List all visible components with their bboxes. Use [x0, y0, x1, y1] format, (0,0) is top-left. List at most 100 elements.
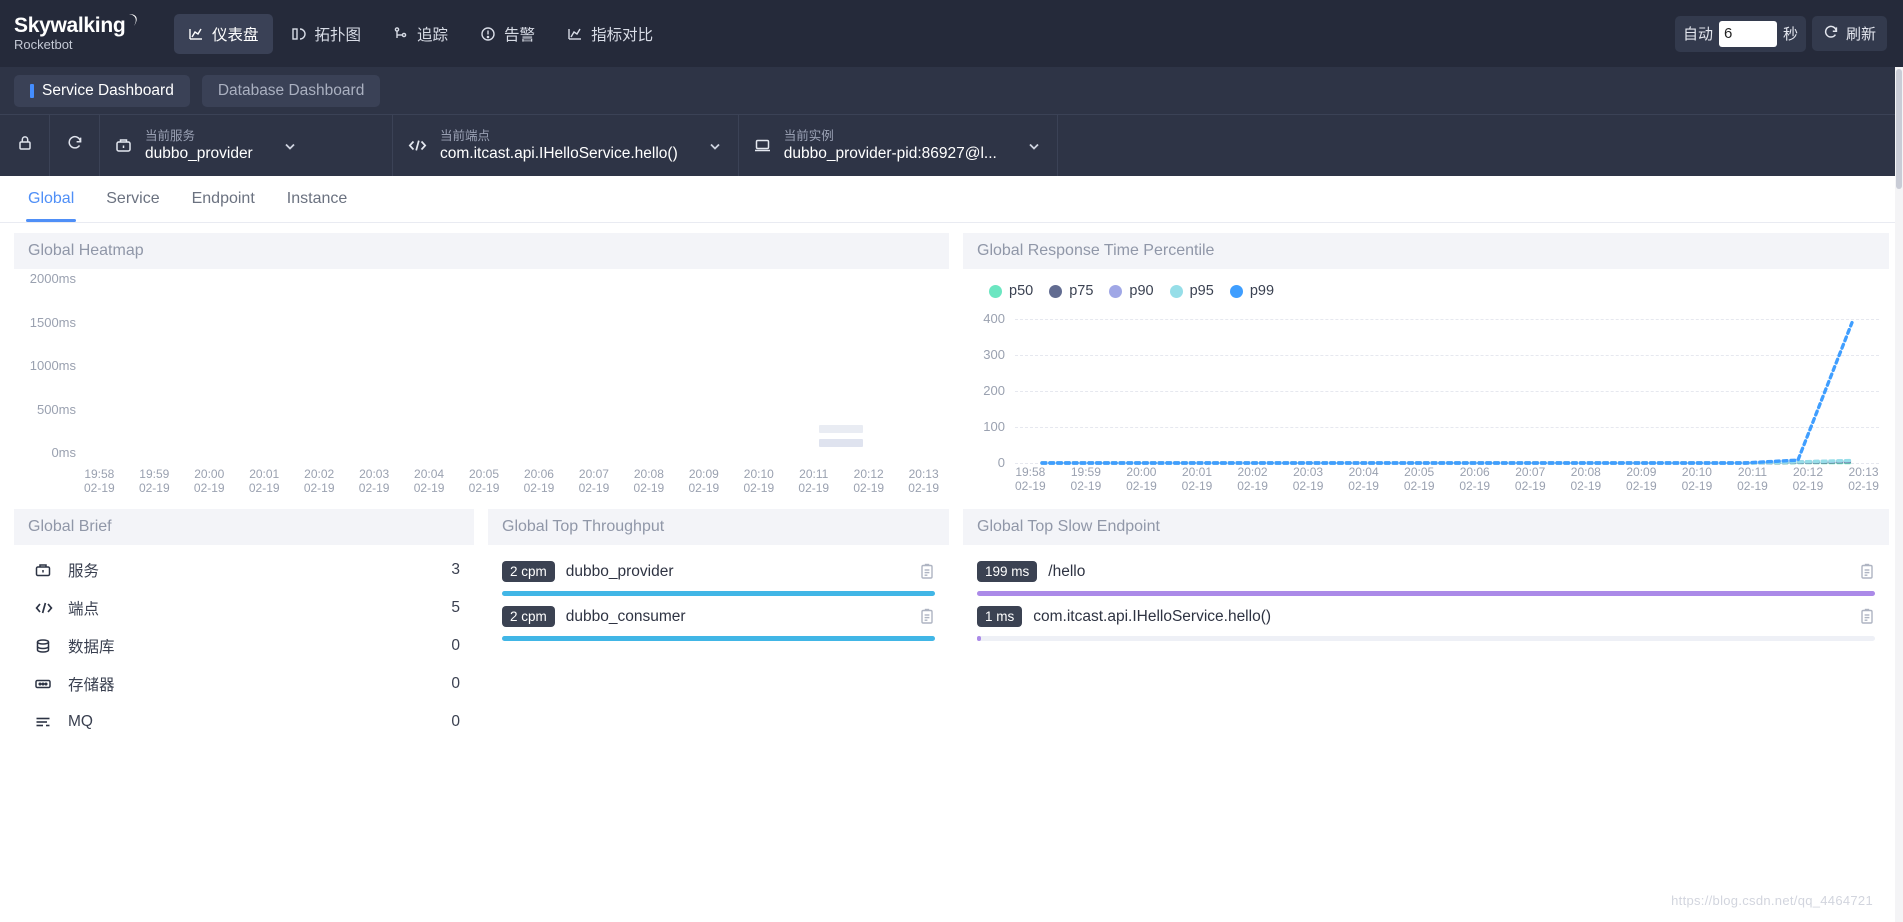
- trace-icon: [393, 26, 409, 42]
- heatmap-y-tick: 0ms: [51, 445, 76, 460]
- tab-label: Global: [28, 190, 75, 207]
- nav-item-topology[interactable]: 拓扑图: [277, 14, 376, 54]
- nav-item-dashboard[interactable]: 仪表盘: [174, 13, 273, 54]
- percentile-y-tick: 100: [983, 419, 1005, 434]
- heatmap-x-tick: 20:02 02-19: [303, 467, 335, 495]
- metric-badge: 1 ms: [977, 606, 1023, 627]
- heatmap-x-tick: 20:07 02-19: [578, 467, 610, 495]
- list-item-name: /hello: [1048, 562, 1086, 580]
- slow-endpoint-list: 199 ms/hello 1 ms com.itcast.api.IHelloSer…: [963, 545, 1889, 641]
- endpoint-selector-label: 当前端点: [440, 128, 491, 143]
- service-icon: [34, 561, 68, 579]
- legend-color-dot: [1109, 284, 1123, 298]
- copy-icon[interactable]: [1859, 563, 1875, 580]
- brand-subtitle: Rocketbot: [14, 37, 73, 52]
- brief-row-label: 服务: [68, 563, 100, 580]
- percentile-x-tick: 20:07 02-19: [1514, 465, 1546, 493]
- list-item-line: 1 ms com.itcast.api.IHelloService.hello(): [977, 606, 1875, 627]
- heatmap-cell[interactable]: [818, 439, 863, 447]
- active-indicator-icon: [30, 83, 34, 98]
- brief-row: 服务 3: [14, 551, 474, 589]
- legend-item[interactable]: p50: [989, 283, 1033, 299]
- nav-item-compare[interactable]: 指标对比: [553, 14, 667, 54]
- heatmap-x-tick: 20:08 02-19: [633, 467, 665, 495]
- percentile-x-tick: 20:06 02-19: [1459, 465, 1491, 493]
- alarm-icon: [480, 26, 496, 42]
- brief-list: 服务 3 端点 5 数据库 0 存储器 0 MQ 0: [14, 545, 474, 741]
- panel-global-heatmap: Global Heatmap 2000ms 1500ms 1000ms 500ms 0m…: [14, 233, 949, 495]
- list-item-line: 199 ms/hello: [977, 561, 1875, 582]
- heatmap-y-tick: 1500ms: [29, 314, 76, 330]
- endpoint-selector[interactable]: 当前端点 com.itcast.api.IHelloService.hello(…: [393, 115, 739, 176]
- lock-icon: [16, 134, 34, 157]
- endpoint-code-icon: [407, 136, 428, 155]
- brief-row-label: 存储器: [68, 677, 115, 694]
- percentile-x-tick: 19:59 02-19: [1070, 465, 1102, 493]
- service-selector[interactable]: 当前服务 dubbo_provider: [100, 115, 393, 176]
- auto-refresh-interval-input[interactable]: [1718, 20, 1777, 47]
- list-item[interactable]: 199 ms/hello: [963, 551, 1889, 596]
- brief-row-value: 0: [451, 713, 460, 730]
- nav-item-label: 拓扑图: [314, 26, 362, 44]
- percentile-chart[interactable]: 400 300 200 100 0 19:58 02-19 19:59 02-19 20:00 02…: [963, 311, 1889, 493]
- heatmap-cell[interactable]: [818, 425, 863, 433]
- legend-item[interactable]: p99: [1229, 283, 1274, 299]
- legend-item[interactable]: p90: [1109, 283, 1154, 299]
- percentile-x-tick: 20:02 02-19: [1237, 465, 1268, 493]
- tab-endpoint[interactable]: Endpoint: [178, 176, 269, 222]
- nav-item-alarm[interactable]: 告警: [466, 14, 549, 54]
- dashboard-main: Global Heatmap 2000ms 1500ms 1000ms 500ms 0m…: [0, 223, 1903, 741]
- chevron-down-icon[interactable]: [1027, 139, 1041, 153]
- heatmap-chart[interactable]: 2000ms 1500ms 1000ms 500ms 0ms 19:58 02-19 19:5…: [14, 271, 949, 495]
- heatmap-x-tick: 20:01 02-19: [248, 467, 280, 495]
- tab-service-dashboard[interactable]: Service Dashboard: [14, 74, 190, 107]
- scrollbar-thumb[interactable]: [1896, 69, 1902, 189]
- brief-row-value: 0: [451, 637, 460, 654]
- list-item[interactable]: 1 ms com.itcast.api.IHelloService.hello(): [963, 596, 1889, 641]
- brief-row-value: 3: [451, 561, 460, 578]
- auto-refresh-group: 自动 秒: [1674, 15, 1806, 52]
- heatmap-x-tick: 20:00 02-19: [193, 467, 225, 495]
- service-selector-label: 当前服务: [145, 128, 196, 143]
- percentile-y-tick: 200: [983, 383, 1005, 398]
- page-scrollbar[interactable]: [1895, 67, 1903, 922]
- reload-button[interactable]: [50, 115, 100, 176]
- refresh-button[interactable]: 刷新: [1811, 16, 1887, 51]
- list-item[interactable]: 2 cpm dubbo_provider: [488, 551, 949, 596]
- tab-instance[interactable]: Instance: [273, 176, 361, 222]
- brief-row-label: 数据库: [68, 639, 115, 656]
- nav-item-trace[interactable]: 追踪: [379, 14, 462, 54]
- copy-icon[interactable]: [1859, 608, 1875, 625]
- heatmap-body: 2000ms 1500ms 1000ms 500ms 0ms 19:58 02-19 19:5…: [14, 269, 949, 495]
- endpoint-code-icon: [34, 599, 68, 617]
- brand-logo[interactable]: Skywalking Rocketbot: [14, 14, 146, 52]
- auto-refresh-label: 自动: [1682, 26, 1713, 43]
- main-nav-items: 仪表盘 拓扑图 追踪 告警 指标对比: [174, 13, 667, 54]
- percentile-plot-area: [1015, 313, 1879, 469]
- heatmap-x-tick: 20:03 02-19: [358, 467, 390, 495]
- brief-row: 数据库 0: [14, 627, 474, 665]
- percentile-x-tick: 20:10 02-19: [1681, 465, 1713, 493]
- nav-item-label: 告警: [504, 26, 536, 44]
- legend-label: p75: [1069, 283, 1094, 299]
- instance-selector[interactable]: 当前实例 dubbo_provider-pid:86927@l...: [739, 115, 1058, 176]
- copy-icon[interactable]: [919, 563, 935, 580]
- chevron-down-icon[interactable]: [283, 139, 297, 153]
- legend-item[interactable]: p95: [1169, 283, 1214, 299]
- nav-item-label: 追踪: [417, 26, 449, 44]
- nav-item-label: 指标对比: [591, 26, 654, 44]
- legend-item[interactable]: p75: [1049, 283, 1093, 299]
- tab-database-dashboard[interactable]: Database Dashboard: [201, 74, 381, 107]
- panel-title: Global Top Slow Endpoint: [963, 509, 1889, 545]
- instance-selector-label: 当前实例: [783, 128, 834, 143]
- tab-global[interactable]: Global: [14, 176, 88, 222]
- tab-service[interactable]: Service: [92, 176, 173, 222]
- reload-icon: [66, 134, 84, 157]
- chevron-down-icon[interactable]: [708, 139, 722, 153]
- panel-global-brief: Global Brief 服务 3 端点 5 数据库 0 存储器 0 MQ 0: [14, 509, 474, 741]
- lock-button[interactable]: [0, 115, 50, 176]
- list-item[interactable]: 2 cpm dubbo_consumer: [488, 596, 949, 641]
- panel-top-throughput: Global Top Throughput 2 cpm dubbo_provide…: [488, 509, 949, 741]
- copy-icon[interactable]: [919, 608, 935, 625]
- metric-badge: 2 cpm: [502, 561, 555, 582]
